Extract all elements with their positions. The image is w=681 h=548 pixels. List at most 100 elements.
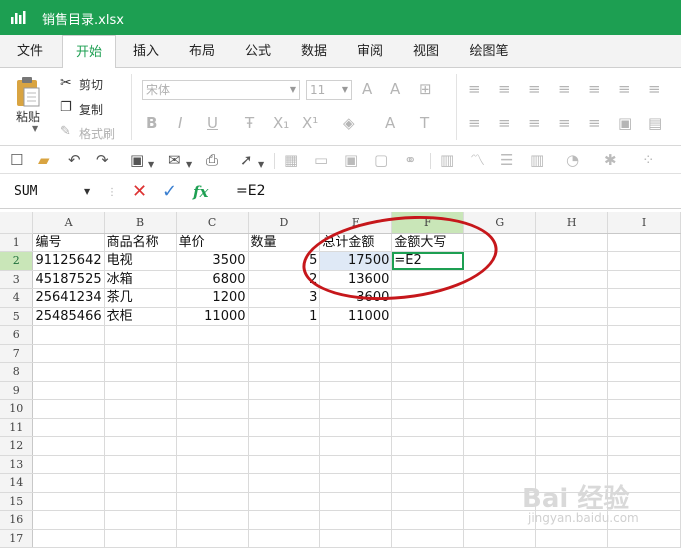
cell-b12[interactable]	[104, 436, 177, 456]
cell-g3[interactable]	[463, 270, 537, 289]
pie-chart-icon[interactable]: ◔	[566, 151, 579, 169]
cell-d16[interactable]	[248, 510, 321, 530]
cell-e7[interactable]	[319, 344, 393, 363]
link-icon[interactable]: ⚭	[404, 151, 417, 169]
cell-e10[interactable]	[319, 399, 393, 419]
distributed-icon[interactable]: ≡	[588, 115, 601, 131]
cell-d2[interactable]: 5	[248, 251, 321, 271]
cell-b17[interactable]	[104, 529, 177, 548]
cell-d10[interactable]	[248, 399, 321, 419]
row-header-2[interactable]: 2	[0, 251, 34, 271]
text-style-icon[interactable]: T	[420, 115, 429, 131]
cell-f14[interactable]	[391, 473, 465, 493]
cell-f1[interactable]: 金额大写	[391, 233, 465, 252]
decrease-font-icon[interactable]: A	[390, 81, 400, 97]
cell-i11[interactable]	[607, 418, 681, 437]
email-icon[interactable]: ✉	[168, 151, 181, 169]
column-header-b[interactable]: B	[104, 212, 177, 234]
cell-i5[interactable]	[607, 307, 681, 326]
cell-e8[interactable]	[319, 362, 393, 382]
cell-e6[interactable]	[319, 325, 393, 345]
cell-a1[interactable]: 编号	[32, 233, 105, 252]
cell-a8[interactable]	[32, 362, 105, 382]
justify-icon[interactable]: ≡	[558, 115, 571, 131]
cell-i10[interactable]	[607, 399, 681, 419]
row-header-9[interactable]: 9	[0, 381, 34, 400]
cell-f10[interactable]	[391, 399, 465, 419]
cell-h7[interactable]	[535, 344, 609, 363]
line-chart-icon[interactable]: 〽	[470, 151, 485, 169]
chevron-down-icon[interactable]: ▼	[186, 156, 192, 174]
column-chart-icon[interactable]: ▥	[440, 151, 454, 169]
cell-i12[interactable]	[607, 436, 681, 456]
column-header-e[interactable]: E	[319, 212, 393, 234]
cell-c3[interactable]: 6800	[176, 270, 249, 289]
format-painter-button-label[interactable]: 格式刷	[79, 125, 115, 142]
cell-d14[interactable]	[248, 473, 321, 493]
cell-g9[interactable]	[463, 381, 537, 400]
cell-a2[interactable]: 91125642	[32, 251, 105, 271]
row-header-8[interactable]: 8	[0, 362, 34, 382]
column-header-d[interactable]: D	[248, 212, 321, 234]
row-header-17[interactable]: 17	[0, 529, 34, 548]
cell-a4[interactable]: 25641234	[32, 288, 105, 308]
tab-layout[interactable]: 布局	[178, 35, 226, 68]
cell-f9[interactable]	[391, 381, 465, 400]
font-size-select[interactable]: 11 ▼	[306, 80, 352, 100]
fill-icon[interactable]: ▤	[648, 115, 662, 131]
scatter-chart-icon[interactable]: ⁘	[642, 151, 655, 169]
redo-icon[interactable]: ↷	[96, 151, 109, 169]
row-header-7[interactable]: 7	[0, 344, 34, 363]
cell-e11[interactable]	[319, 418, 393, 437]
row-header-4[interactable]: 4	[0, 288, 34, 308]
cell-h1[interactable]	[535, 233, 609, 252]
cell-i13[interactable]	[607, 455, 681, 474]
cell-c12[interactable]	[176, 436, 249, 456]
cell-a3[interactable]: 45187525	[32, 270, 105, 289]
column-header-a[interactable]: A	[32, 212, 105, 234]
cell-h3[interactable]	[535, 270, 609, 289]
scissors-icon[interactable]: ✂	[60, 75, 72, 91]
cell-format-icon[interactable]: ▣	[618, 115, 632, 131]
increase-font-icon[interactable]: A	[362, 81, 372, 97]
save-icon[interactable]: ▣	[130, 151, 144, 169]
radar-chart-icon[interactable]: ✱	[604, 151, 617, 169]
cell-c1[interactable]: 单价	[176, 233, 249, 252]
cell-i9[interactable]	[607, 381, 681, 400]
cut-button-label[interactable]: 剪切	[79, 76, 103, 93]
cell-c15[interactable]	[176, 492, 249, 511]
open-folder-icon[interactable]: ▰	[38, 151, 50, 169]
cell-d13[interactable]	[248, 455, 321, 474]
cell-b13[interactable]	[104, 455, 177, 474]
cell-b14[interactable]	[104, 473, 177, 493]
tab-draw[interactable]: 绘图笔	[460, 35, 518, 68]
cell-f11[interactable]	[391, 418, 465, 437]
cell-h9[interactable]	[535, 381, 609, 400]
align-center-icon[interactable]: ≡	[498, 115, 511, 131]
cell-g4[interactable]	[463, 288, 537, 308]
cell-b1[interactable]: 商品名称	[104, 233, 177, 252]
cell-d9[interactable]	[248, 381, 321, 400]
shape-icon[interactable]: ▢	[374, 151, 388, 169]
column-header-h[interactable]: H	[535, 212, 609, 234]
cell-h13[interactable]	[535, 455, 609, 474]
cell-c13[interactable]	[176, 455, 249, 474]
cell-h17[interactable]	[535, 529, 609, 548]
cell-b10[interactable]	[104, 399, 177, 419]
tab-view[interactable]: 视图	[402, 35, 450, 68]
chevron-down-icon[interactable]: ▼	[148, 156, 154, 174]
subscript-icon[interactable]: X₁	[273, 115, 289, 131]
cell-i6[interactable]	[607, 325, 681, 345]
tab-file[interactable]: 文件	[6, 35, 54, 68]
font-name-select[interactable]: 宋体 ▼	[142, 80, 300, 100]
cell-d7[interactable]	[248, 344, 321, 363]
wrap-icon[interactable]: ≡	[618, 81, 631, 97]
cell-e5[interactable]: 11000	[319, 307, 393, 326]
cell-d1[interactable]: 数量	[248, 233, 321, 252]
cell-f13[interactable]	[391, 455, 465, 474]
cell-a13[interactable]	[32, 455, 105, 474]
cancel-icon[interactable]: ✕	[132, 181, 147, 202]
name-box[interactable]: SUM	[14, 184, 37, 199]
cell-f8[interactable]	[391, 362, 465, 382]
pointer-icon[interactable]: ➚	[240, 151, 253, 169]
